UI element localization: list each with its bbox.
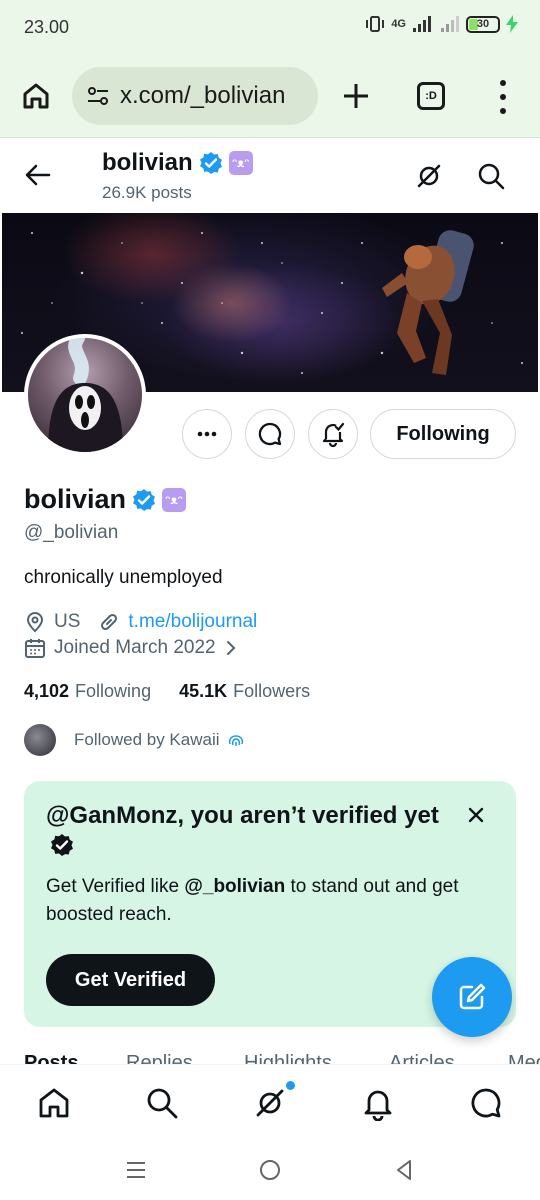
verify-card-body: Get Verified like @_bolivian to stand ou… [46,873,486,929]
followed-by-text: Followed by Kawaii [74,730,220,749]
home-icon[interactable] [36,1085,72,1121]
browser-menu-icon[interactable] [496,80,510,114]
back-arrow-icon[interactable] [24,161,52,189]
message-button[interactable] [245,409,295,459]
affiliate-badge-icon[interactable]: ᵔᴥᵔ [162,487,187,512]
following-label: Following [75,681,152,701]
verify-body-prefix: Get Verified like [46,876,185,897]
browser-home-icon[interactable] [20,80,52,112]
vibrate-icon [366,16,385,32]
browser-toolbar: x.com/_bolivian :D [0,56,540,138]
system-navigation [0,1140,540,1200]
more-dots-icon [197,431,217,437]
status-bar: 23.00 4G 30 [0,0,540,56]
new-tab-icon[interactable] [340,80,372,112]
compose-post-button[interactable] [432,957,512,1037]
message-bubble-icon [258,422,282,446]
display-name: bolivian [24,484,127,514]
signal-weak-icon [441,16,459,32]
home-circle-icon[interactable] [258,1158,282,1182]
status-icons: 4G 30 [365,15,518,33]
profile-avatar[interactable] [24,334,146,456]
following-stat[interactable]: 4,102 Following [24,681,151,702]
header-post-count: 26.9K posts [102,183,192,202]
followers-stat[interactable]: 45.1K Followers [179,681,310,702]
tab-articles[interactable]: Articles [389,1052,455,1064]
followers-count: 45.1K [179,681,228,701]
following-count: 4,102 [24,681,70,701]
calendar-icon [25,639,45,658]
get-verified-button[interactable]: Get Verified [46,954,215,1006]
search-icon[interactable] [144,1085,180,1121]
location-pin-icon [26,612,44,633]
tab-posts[interactable]: Posts [24,1052,78,1064]
bell-check-icon [322,422,345,447]
profile-bio: chronically unemployed [24,567,223,588]
profile-joined-row[interactable]: Joined March 2022 [24,637,240,659]
profile-top-bar: bolivian ᵔᴥᵔ 26.9K posts [0,139,540,213]
profile-tabs: Posts Replies Highlights Articles Media [0,1044,540,1064]
back-triangle-icon[interactable] [392,1158,416,1182]
followers-label: Followers [233,681,311,701]
more-options-button[interactable] [182,409,232,459]
verify-card-title-text: @GanMonz, you aren’t verified yet [46,802,439,829]
recents-icon[interactable] [124,1158,148,1182]
profile-meta-row: US t.me/bolijournal [24,611,257,633]
profile-location: US [54,611,81,632]
profile-link[interactable]: t.me/bolijournal [128,611,257,633]
verified-badge-icon[interactable] [199,151,223,175]
follower-avatar [24,724,56,756]
profile-name-row: bolivian ᵔᴥᵔ [24,484,187,515]
verify-card-title: @GanMonz, you aren’t verified yet [46,801,446,861]
chevron-right-icon [226,641,236,655]
profile-handle: @_bolivian [24,522,119,543]
grok-notification-dot [286,1081,295,1090]
link-icon [101,613,118,631]
address-bar[interactable]: x.com/_bolivian [72,67,318,125]
tab-switcher-button[interactable]: :D [417,82,445,110]
charging-icon [506,15,518,33]
bell-icon[interactable] [360,1085,396,1121]
tab-replies[interactable]: Replies [126,1052,193,1064]
fingerprint-emoji-icon [228,735,243,746]
verified-badge-icon[interactable] [132,488,156,512]
notifications-bell-button[interactable] [308,409,358,459]
grok-icon[interactable] [252,1085,288,1121]
avatar-image [48,338,123,452]
verified-badge-black-icon [51,834,73,856]
network-label: 4G [391,18,406,30]
signal-icon [413,16,431,32]
messages-icon[interactable] [468,1085,504,1121]
site-settings-icon[interactable] [86,84,110,108]
grok-icon[interactable] [414,161,444,191]
affiliate-badge-icon[interactable]: ᵔᴥᵔ [228,151,253,175]
following-button[interactable]: Following [370,409,516,459]
tab-media[interactable]: Media [508,1052,540,1064]
battery-icon: 30 [466,15,500,33]
battery-label: 30 [476,18,490,30]
verify-body-handle: @_bolivian [184,876,286,897]
status-time: 23.00 [24,17,70,37]
profile-joined: Joined March 2022 [54,637,216,658]
close-icon[interactable] [464,803,488,827]
header-name: bolivian [102,149,193,176]
bottom-navigation [0,1064,540,1140]
follow-stats: 4,102 Following 45.1K Followers [24,681,310,702]
header-name-row: bolivian ᵔᴥᵔ [102,149,253,177]
followed-by-row[interactable]: Followed by Kawaii [24,724,246,756]
url-text[interactable]: x.com/_bolivian [120,82,285,110]
search-icon[interactable] [476,161,506,191]
tab-highlights[interactable]: Highlights [244,1052,332,1064]
compose-icon [459,983,486,1010]
